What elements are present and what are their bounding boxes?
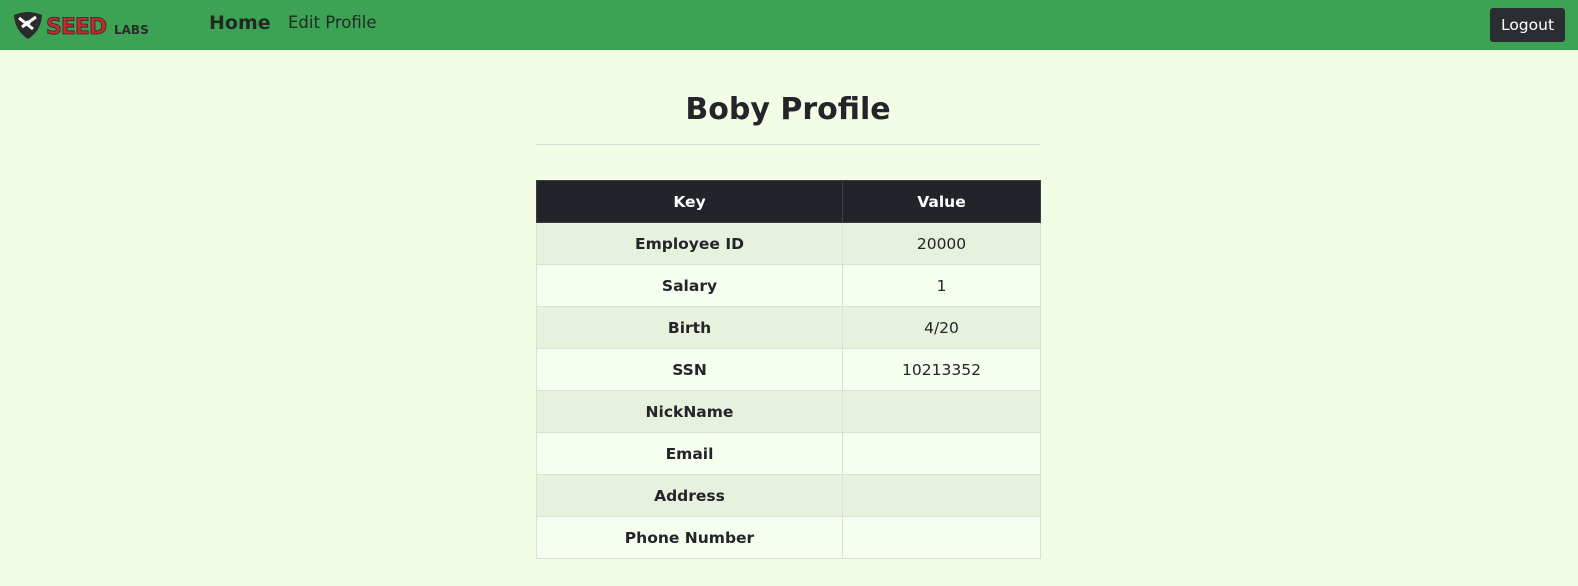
top-navbar: SEED LABS Home Edit Profile Logout (0, 0, 1578, 50)
column-header-key: Key (536, 180, 843, 223)
table-header-row: Key Value (536, 180, 1041, 223)
seedlabs-logo[interactable]: SEED LABS (11, 9, 161, 41)
row-value (842, 516, 1041, 559)
profile-table: Key Value Employee ID 20000 Salary 1 Bir… (536, 180, 1041, 559)
table-row: Birth 4/20 (536, 306, 1041, 349)
row-value (842, 390, 1041, 433)
row-value: 1 (842, 264, 1041, 307)
row-value (842, 474, 1041, 517)
row-key: NickName (536, 390, 843, 433)
row-key: Email (536, 432, 843, 475)
row-value: 4/20 (842, 306, 1041, 349)
row-key: Phone Number (536, 516, 843, 559)
table-row: Salary 1 (536, 264, 1041, 307)
row-value (842, 432, 1041, 475)
nav-edit-profile-link[interactable]: Edit Profile (288, 13, 377, 32)
row-key: Employee ID (536, 222, 843, 265)
logout-button[interactable]: Logout (1490, 8, 1565, 42)
nav-home-link[interactable]: Home (209, 12, 271, 34)
title-divider (536, 144, 1040, 145)
row-key: Salary (536, 264, 843, 307)
row-value: 20000 (842, 222, 1041, 265)
svg-text:SEED: SEED (46, 15, 107, 40)
row-value: 10213352 (842, 348, 1041, 391)
page-title: Boby Profile (685, 92, 891, 127)
table-row: Employee ID 20000 (536, 222, 1041, 265)
table-row: Email (536, 432, 1041, 475)
row-key: Address (536, 474, 843, 517)
row-key: Birth (536, 306, 843, 349)
table-row: SSN 10213352 (536, 348, 1041, 391)
column-header-value: Value (842, 180, 1041, 223)
table-row: Phone Number (536, 516, 1041, 559)
table-row: Address (536, 474, 1041, 517)
svg-text:LABS: LABS (114, 23, 149, 37)
row-key: SSN (536, 348, 843, 391)
table-row: NickName (536, 390, 1041, 433)
